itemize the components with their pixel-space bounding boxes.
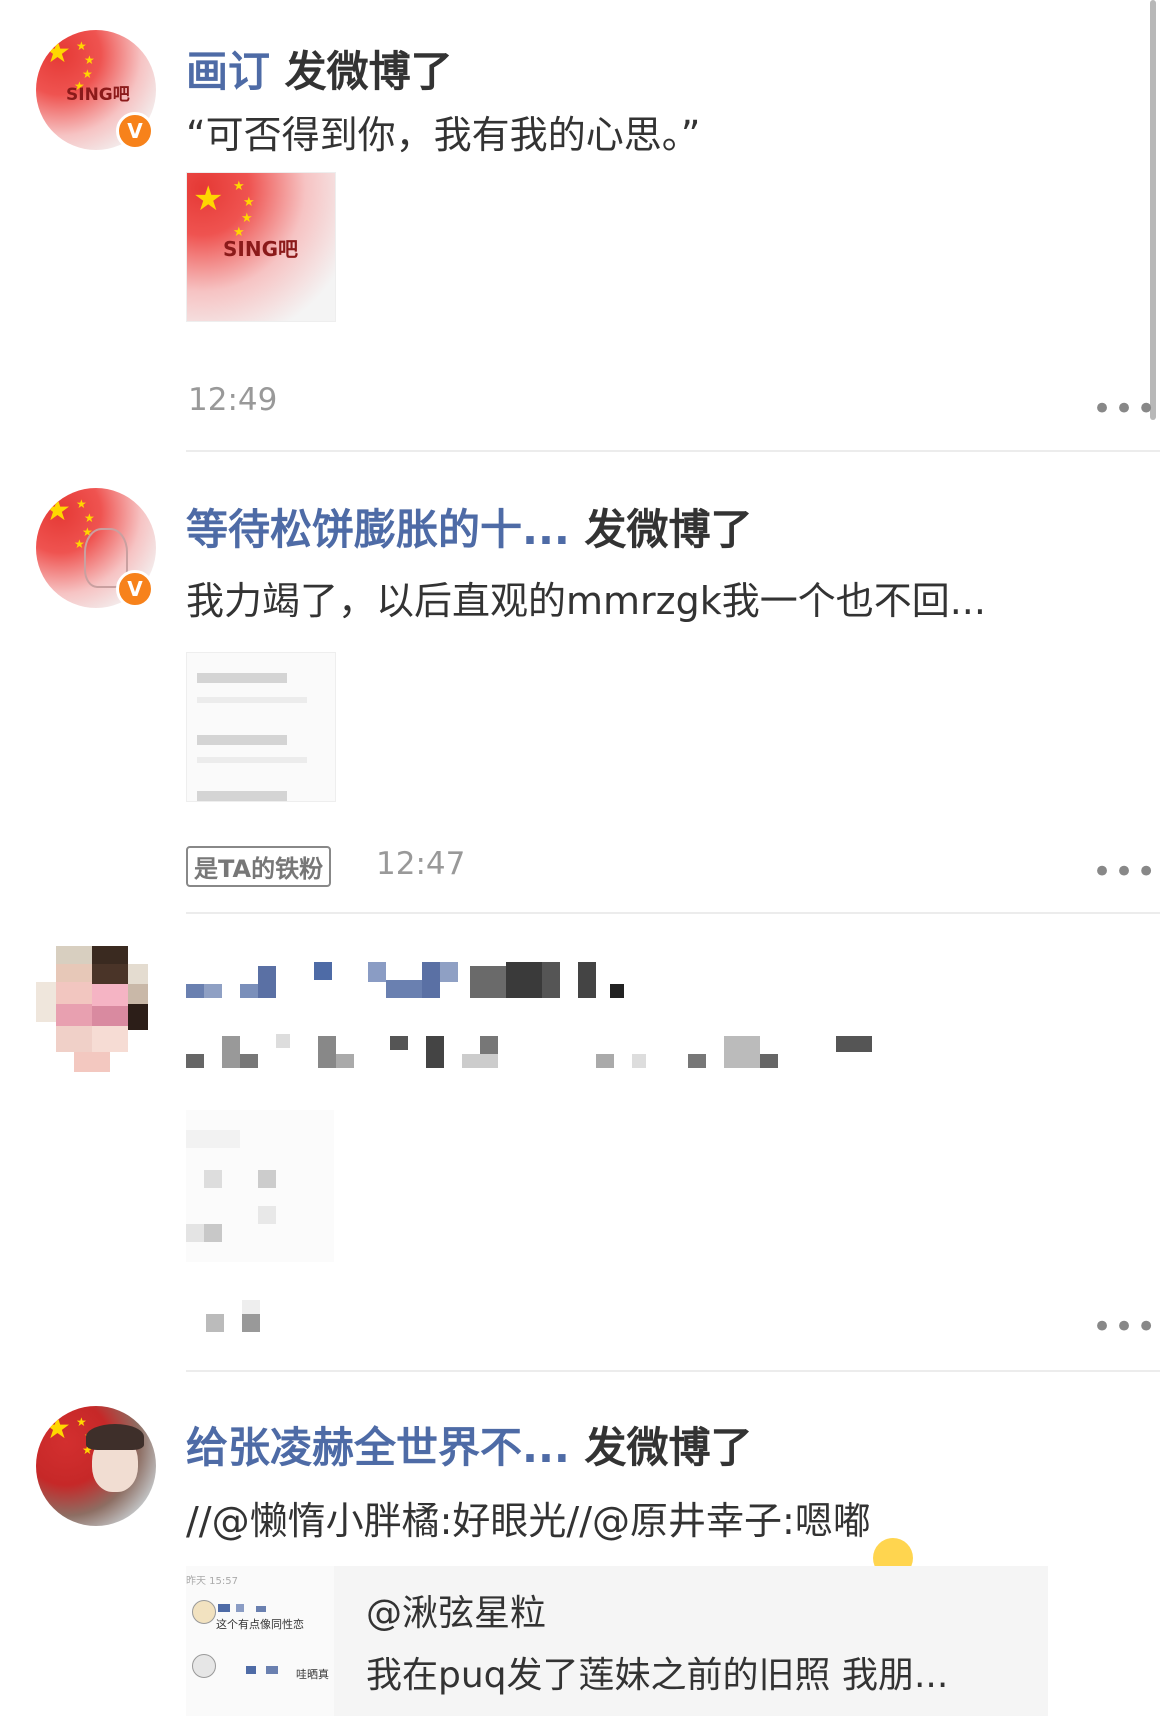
pixelated-meta xyxy=(206,1300,266,1334)
post-time: 12:49 xyxy=(188,382,278,418)
post-text-content: //@懒惰小胖橘:好眼光//@原井幸子:嗯嘟 xyxy=(186,1499,871,1543)
post-image[interactable] xyxy=(186,1110,334,1262)
star-icon: ★ xyxy=(44,493,71,528)
post-image[interactable] xyxy=(186,652,336,802)
star-icon: ★ xyxy=(84,511,95,525)
post-text[interactable]: “可否得到你，我有我的心思。” xyxy=(186,104,700,159)
star-icon: ★ xyxy=(193,179,224,219)
repost-mention[interactable]: @湫弦星粒 xyxy=(366,1584,546,1636)
more-options-icon[interactable]: ••• xyxy=(1092,855,1158,889)
post-image[interactable]: ★ ★ ★ ★ ★ SING吧 xyxy=(186,172,336,322)
blurred-text-line xyxy=(197,735,287,745)
star-icon: ★ xyxy=(243,195,255,210)
blurred-text-line xyxy=(197,673,287,683)
star-icon: ★ xyxy=(76,497,87,511)
post-action: 发微博了 xyxy=(284,47,453,96)
post-headline: 画订 发微博了 xyxy=(186,38,453,99)
avatar-label: SING吧 xyxy=(66,85,130,105)
star-icon: ★ xyxy=(76,1415,87,1429)
image-label: SING吧 xyxy=(223,237,298,261)
more-options-icon[interactable]: ••• xyxy=(1092,392,1158,426)
scrollbar[interactable] xyxy=(1150,0,1156,420)
verified-badge: V xyxy=(116,570,154,608)
user-name-link[interactable]: 等待松饼膨胀的十... xyxy=(186,505,570,554)
repost-text: 我在puq发了莲妹之前的旧照 我朋... xyxy=(366,1655,949,1696)
blurred-text-line xyxy=(197,791,287,801)
cat-sticker-icon xyxy=(192,1654,216,1678)
post-time: 12:47 xyxy=(376,846,466,882)
post-action: 发微博了 xyxy=(584,1423,753,1472)
fan-badge: 是TA的铁粉 xyxy=(186,846,332,887)
avatar[interactable] xyxy=(36,946,148,1078)
post-text[interactable]: 我力竭了，以后直观的mmrzgk我一个也不回... xyxy=(186,570,986,625)
star-icon: ★ xyxy=(241,211,253,226)
post-headline: 给张凌赫全世界不... 发微博了 xyxy=(186,1414,753,1475)
pixelated-text xyxy=(186,1034,886,1074)
more-options-icon[interactable]: ••• xyxy=(1092,1310,1158,1344)
post-text[interactable]: //@懒惰小胖橘:好眼光//@原井幸子:嗯嘟😊 xyxy=(186,1490,913,1578)
repost-thumbnail[interactable]: 昨天 15:57 这个有点像同性恋 哇晒真 xyxy=(186,1566,334,1716)
cat-sticker-icon xyxy=(192,1600,216,1624)
avatar-hair xyxy=(86,1424,144,1450)
blurred-text-line xyxy=(197,697,307,703)
thumb-time: 昨天 15:57 xyxy=(186,1576,238,1587)
user-name-link[interactable]: 画订 xyxy=(186,47,270,96)
verified-badge: V xyxy=(116,112,154,150)
pixelated-headline xyxy=(186,962,706,1002)
divider xyxy=(186,912,1160,914)
repost-card[interactable]: 昨天 15:57 这个有点像同性恋 哇晒真 @湫弦星粒 我在puq发了莲妹之前的… xyxy=(186,1566,1048,1716)
thumb-line: 这个有点像同性恋 xyxy=(216,1618,304,1631)
post-headline: 等待松饼膨胀的十... 发微博了 xyxy=(186,496,753,557)
avatar[interactable]: ★ ★ ★ ★ xyxy=(36,1406,156,1526)
user-name-link[interactable]: 给张凌赫全世界不... xyxy=(186,1423,570,1472)
divider xyxy=(186,1370,1160,1372)
thumb-line: 哇晒真 xyxy=(296,1668,329,1681)
star-icon: ★ xyxy=(233,179,245,194)
blurred-text-line xyxy=(197,757,307,763)
post-action: 发微博了 xyxy=(584,505,753,554)
star-icon: ★ xyxy=(44,35,71,70)
star-icon: ★ xyxy=(76,39,87,53)
star-icon: ★ xyxy=(44,1411,71,1446)
divider xyxy=(186,450,1160,452)
star-icon: ★ xyxy=(84,53,95,67)
